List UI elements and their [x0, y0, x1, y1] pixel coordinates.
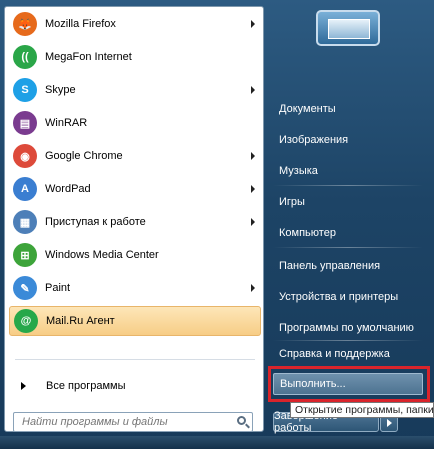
divider [273, 340, 423, 341]
media-center-icon: ⊞ [13, 243, 37, 267]
right-menu-item[interactable]: Документы [273, 98, 423, 120]
program-item[interactable]: 🦊 Mozilla Firefox [9, 9, 261, 39]
submenu-arrow-icon[interactable] [251, 152, 255, 160]
programs-panel: 🦊 Mozilla Firefox (( MegaFon Internet S Skype… [4, 6, 264, 432]
submenu-arrow-icon[interactable] [251, 20, 255, 28]
search-icon[interactable] [237, 416, 246, 425]
all-programs-button[interactable]: Все программы [9, 375, 261, 397]
right-menu-item[interactable]: Программы по умолчанию [273, 317, 423, 339]
search-box[interactable] [13, 412, 253, 432]
paint-icon: ✎ [13, 276, 37, 300]
winrar-icon: ▤ [13, 111, 37, 135]
right-menu-item[interactable]: Изображения [273, 129, 423, 151]
program-label: WinRAR [45, 117, 88, 129]
skype-icon: S [13, 78, 37, 102]
program-item[interactable]: S Skype [9, 75, 261, 105]
all-programs-arrow-icon [21, 382, 26, 390]
divider [273, 185, 423, 186]
program-item[interactable]: ✎ Paint [9, 273, 261, 303]
tooltip: Открытие программы, папки [290, 402, 434, 418]
submenu-arrow-icon[interactable] [251, 185, 255, 193]
search-input[interactable] [20, 415, 229, 429]
divider [273, 247, 423, 248]
right-menu-item[interactable]: Игры [273, 191, 423, 213]
submenu-arrow-icon[interactable] [251, 218, 255, 226]
divider [15, 359, 255, 360]
all-programs-label: Все программы [46, 380, 126, 392]
user-picture-image [328, 19, 370, 39]
program-label: Paint [45, 282, 71, 294]
chrome-icon: ◉ [13, 144, 37, 168]
right-menu-item[interactable]: Справка и поддержка [273, 343, 423, 365]
right-menu-item[interactable]: Компьютер [273, 222, 423, 244]
program-item[interactable]: ◉ Google Chrome [9, 141, 261, 171]
program-label: WordPad [45, 183, 91, 195]
program-label: MegaFon Internet [45, 51, 132, 63]
user-picture[interactable] [316, 10, 380, 46]
start-menu: 🦊 Mozilla Firefox (( MegaFon Internet S Skype… [0, 0, 434, 449]
right-menu-item[interactable]: Панель управления [273, 255, 423, 277]
program-item[interactable]: (( MegaFon Internet [9, 42, 261, 72]
right-menu-item[interactable]: Устройства и принтеры [273, 286, 423, 308]
wordpad-icon: A [13, 177, 37, 201]
mailru-agent-icon: @ [14, 309, 38, 333]
getting-started-icon: ▦ [13, 210, 37, 234]
highlight-frame [268, 366, 430, 402]
program-label: Google Chrome [45, 150, 123, 162]
submenu-arrow-icon[interactable] [251, 284, 255, 292]
program-label: Приступая к работе [45, 216, 146, 228]
firefox-icon: 🦊 [13, 12, 37, 36]
program-item[interactable]: ⊞ Windows Media Center [9, 240, 261, 270]
program-item[interactable]: A WordPad [9, 174, 261, 204]
program-label: Skype [45, 84, 76, 96]
program-item[interactable]: ▦ Приступая к работе [9, 207, 261, 237]
right-menu-item[interactable]: Музыка [273, 160, 423, 182]
taskbar [0, 436, 434, 449]
megafon-icon: (( [13, 45, 37, 69]
program-item[interactable]: ▤ WinRAR [9, 108, 261, 138]
submenu-arrow-icon[interactable] [251, 86, 255, 94]
program-label: Mozilla Firefox [45, 18, 116, 30]
program-label: Mail.Ru Агент [46, 315, 115, 327]
program-item[interactable]: @ Mail.Ru Агент [9, 306, 261, 336]
program-label: Windows Media Center [45, 249, 159, 261]
